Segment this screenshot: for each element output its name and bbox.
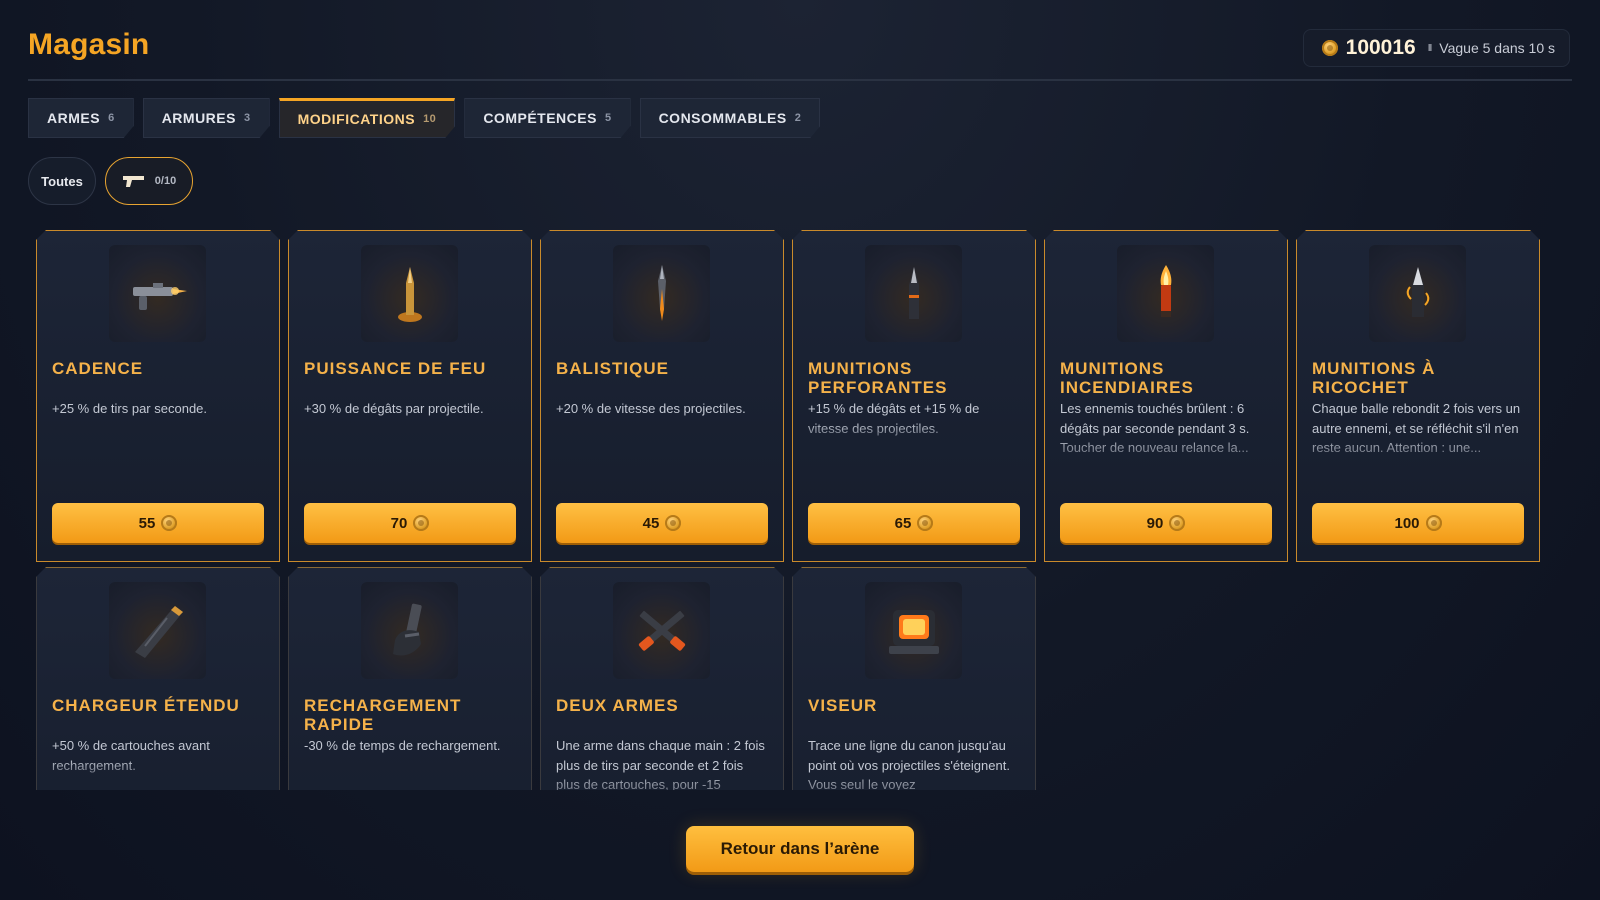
item-name: BALISTIQUE <box>556 359 669 378</box>
tab-label: ARMES <box>47 110 101 126</box>
item-name: CHARGEUR ÉTENDU <box>52 696 240 715</box>
item-thumbnail <box>109 582 206 679</box>
coin-icon <box>665 515 681 531</box>
category-tabs: ARMES 6 ARMURES 3 MODIFICATIONS 10 COMPÉ… <box>28 98 820 138</box>
pistol-icon <box>122 176 144 187</box>
item-thumbnail <box>613 582 710 679</box>
item-thumbnail <box>361 245 458 342</box>
item-description: Les ennemis touchés brûlent : 6 dégâts p… <box>1060 401 1250 455</box>
buy-button[interactable]: 100 <box>1312 503 1524 543</box>
wave-status: Vague 5 dans 10 s <box>1439 40 1555 56</box>
buy-button[interactable]: 65 <box>808 503 1020 543</box>
item-description: Trace une ligne du canon jusqu'au point … <box>808 738 1010 790</box>
rapid-gun-icon <box>123 259 193 329</box>
coin-icon <box>413 515 429 531</box>
price-label: 70 <box>390 514 408 532</box>
tab-count: 6 <box>108 112 115 124</box>
item-description: +30 % de dégâts par projectile. <box>304 401 484 416</box>
weapon-ratio: 0/10 <box>154 175 177 187</box>
coin-icon <box>161 515 177 531</box>
filter-weapon-button[interactable]: 0/10 <box>105 157 193 205</box>
dart-bullet-icon <box>627 259 697 329</box>
filter-all-button[interactable]: Toutes <box>28 157 96 205</box>
item-thumbnail <box>361 582 458 679</box>
piercing-round-icon <box>879 259 949 329</box>
tab-armes[interactable]: ARMES 6 <box>28 98 134 138</box>
buy-button[interactable]: 70 <box>304 503 516 543</box>
item-description: +50 % de cartouches avant rechargement. <box>52 738 210 773</box>
item-card[interactable]: BALISTIQUE +20 % de vitesse des projecti… <box>540 230 784 562</box>
tab-count: 3 <box>243 112 251 124</box>
pause-icon: II <box>1427 42 1432 54</box>
item-description: Chaque balle rebondit 2 fois vers un aut… <box>1312 401 1521 455</box>
crossed-guns-icon <box>627 596 697 666</box>
buy-button[interactable]: 90 <box>1060 503 1272 543</box>
item-thumbnail <box>865 245 962 342</box>
item-card[interactable]: CADENCE +25 % de tirs par seconde. 55 <box>36 230 280 562</box>
item-card[interactable]: CHARGEUR ÉTENDU +50 % de cartouches avan… <box>36 567 280 790</box>
tab-count: 10 <box>423 113 437 125</box>
item-description: +15 % de dégâts et +15 % de vitesse des … <box>808 401 980 436</box>
item-description: +20 % de vitesse des projectiles. <box>556 401 746 416</box>
price-label: 100 <box>1394 514 1420 532</box>
item-thumbnail <box>109 245 206 342</box>
item-grid: CADENCE +25 % de tirs par seconde. 55 PU… <box>36 230 1566 790</box>
item-description: -30 % de temps de rechargement. <box>304 738 501 753</box>
item-card[interactable]: MUNITIONS INCENDIAIRES Les ennemis touch… <box>1044 230 1288 562</box>
red-dot-sight-icon <box>879 596 949 666</box>
item-card[interactable]: RECHARGEMENT RAPIDE -30 % de temps de re… <box>288 567 532 790</box>
glowing-bullet-icon <box>375 259 445 329</box>
coin-icon <box>1321 40 1338 56</box>
tab-armures[interactable]: ARMURES 3 <box>143 98 270 138</box>
item-card[interactable]: VISEUR Trace une ligne du canon jusqu'au… <box>792 567 1036 790</box>
item-thumbnail <box>1117 245 1214 342</box>
item-name: VISEUR <box>808 696 878 715</box>
tab-label: COMPÉTENCES <box>483 110 597 126</box>
item-card[interactable]: MUNITIONS À RICOCHET Chaque balle rebond… <box>1296 230 1540 562</box>
item-thumbnail <box>1369 245 1466 342</box>
return-to-arena-button[interactable]: Retour dans l’arène <box>686 826 914 872</box>
buy-button[interactable]: 55 <box>52 503 264 543</box>
price-label: 90 <box>1146 514 1164 532</box>
item-card[interactable]: DEUX ARMES Une arme dans chaque main : 2… <box>540 567 784 790</box>
tab-label: MODIFICATIONS <box>297 111 416 127</box>
price-label: 45 <box>642 514 660 532</box>
tab-consommables[interactable]: CONSOMMABLES 2 <box>640 98 821 138</box>
coin-icon <box>1169 515 1185 531</box>
item-thumbnail <box>865 582 962 679</box>
item-card[interactable]: MUNITIONS PERFORANTES +15 % de dégâts et… <box>792 230 1036 562</box>
buy-button[interactable]: 45 <box>556 503 768 543</box>
item-name: MUNITIONS INCENDIAIRES <box>1060 359 1194 397</box>
item-name: RECHARGEMENT RAPIDE <box>304 696 462 734</box>
item-card[interactable]: PUISSANCE DE FEU +30 % de dégâts par pro… <box>288 230 532 562</box>
item-description: +25 % de tirs par seconde. <box>52 401 208 416</box>
coin-icon <box>1426 515 1442 531</box>
header-divider <box>28 79 1572 81</box>
coin-icon <box>917 515 933 531</box>
coin-balance: 100016 <box>1345 36 1416 59</box>
price-label: 55 <box>138 514 156 532</box>
tab-competences[interactable]: COMPÉTENCES 5 <box>464 98 630 138</box>
tab-label: CONSOMMABLES <box>658 110 787 126</box>
item-thumbnail <box>613 245 710 342</box>
item-name: MUNITIONS À RICOCHET <box>1312 359 1436 397</box>
tab-count: 5 <box>604 112 612 124</box>
tab-count: 2 <box>794 112 802 124</box>
page-title: Magasin <box>28 28 150 61</box>
item-description: Une arme dans chaque main : 2 fois plus … <box>556 738 765 790</box>
weapon-filters: Toutes 0/10 <box>28 157 193 205</box>
tab-label: ARMURES <box>161 110 236 126</box>
incendiary-round-icon <box>1131 259 1201 329</box>
price-label: 65 <box>894 514 912 532</box>
tab-modifications[interactable]: MODIFICATIONS 10 <box>279 98 456 138</box>
hand-magazine-icon <box>375 596 445 666</box>
wallet-panel: 100016 II Vague 5 dans 10 s <box>1302 29 1570 67</box>
magazine-icon <box>123 596 193 666</box>
item-name: MUNITIONS PERFORANTES <box>808 359 948 397</box>
item-name: DEUX ARMES <box>556 696 679 715</box>
item-name: PUISSANCE DE FEU <box>304 359 487 378</box>
ricochet-round-icon <box>1383 259 1453 329</box>
item-name: CADENCE <box>52 359 144 378</box>
